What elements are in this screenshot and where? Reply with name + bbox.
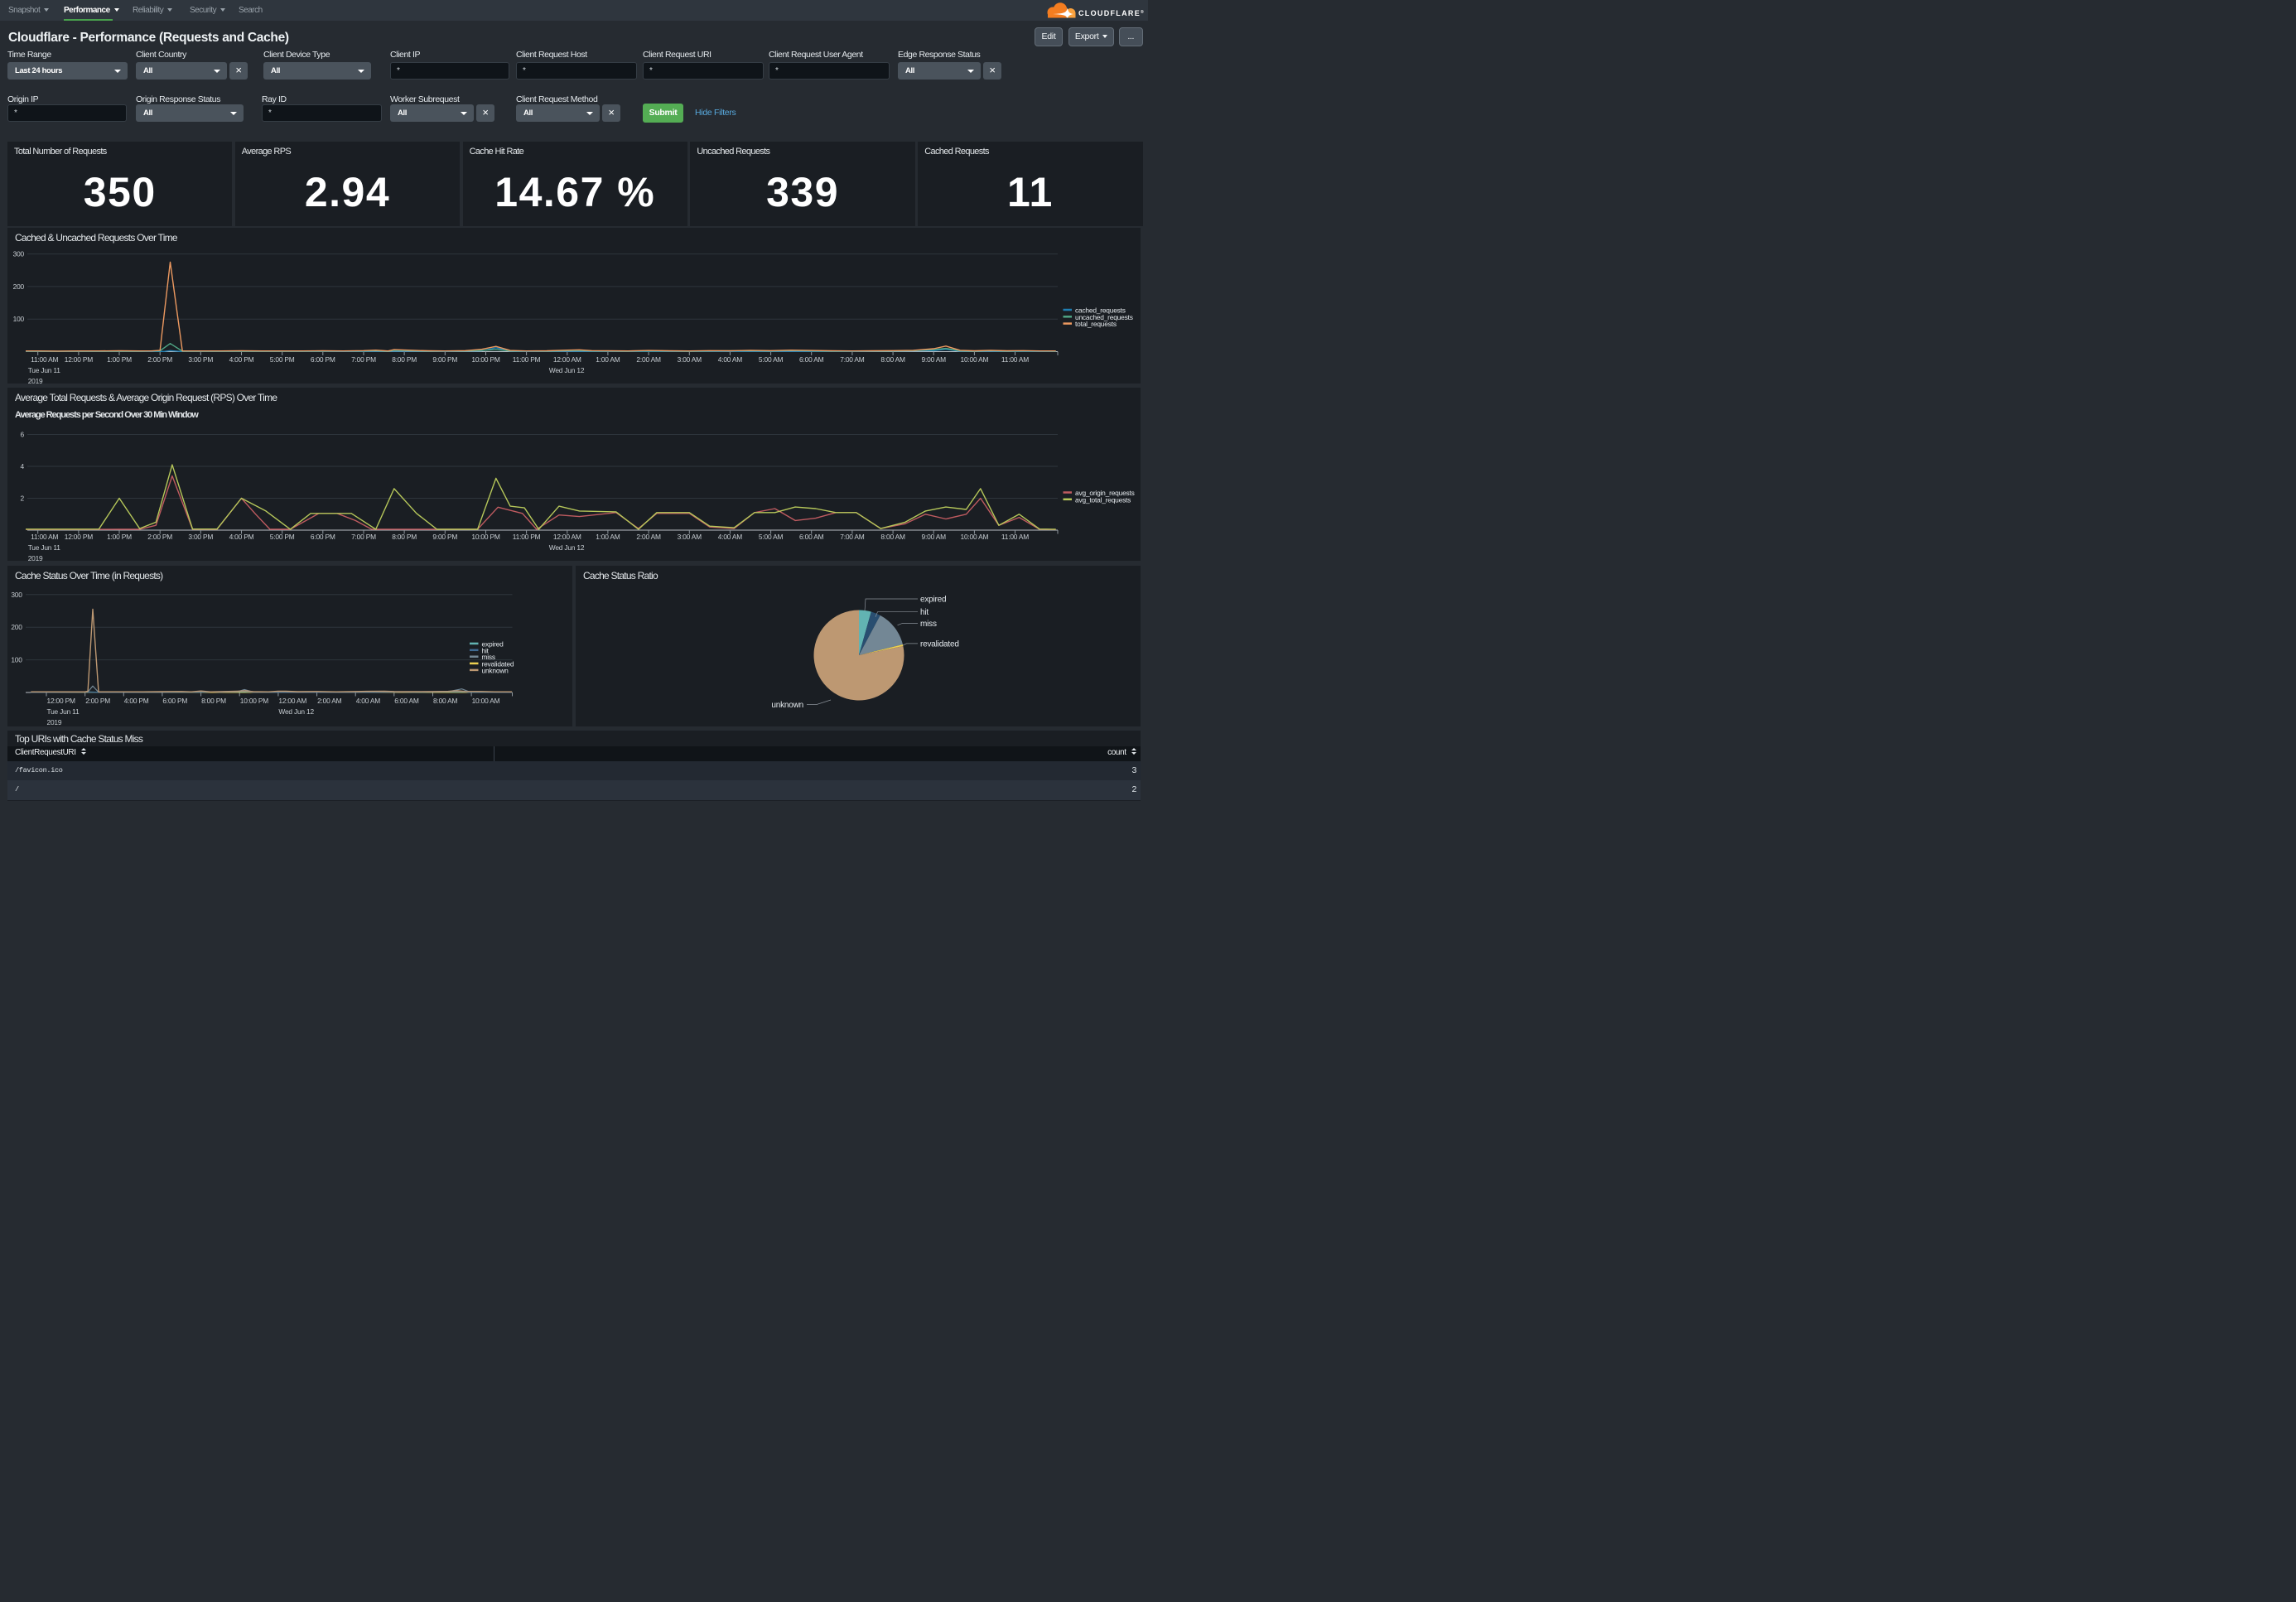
svg-text:300: 300 <box>13 250 25 258</box>
svg-text:8:00 PM: 8:00 PM <box>201 697 226 705</box>
svg-text:3:00 AM: 3:00 AM <box>678 533 702 541</box>
svg-text:8:00 PM: 8:00 PM <box>392 355 417 364</box>
svg-text:6:00 AM: 6:00 AM <box>394 697 419 705</box>
svg-text:12:00 AM: 12:00 AM <box>553 533 581 541</box>
svg-text:Wed Jun 12: Wed Jun 12 <box>549 366 585 374</box>
svg-text:10:00 AM: 10:00 AM <box>961 355 989 364</box>
svg-text:5:00 AM: 5:00 AM <box>759 533 784 541</box>
svg-text:7:00 PM: 7:00 PM <box>351 355 376 364</box>
svg-text:4:00 AM: 4:00 AM <box>718 355 743 364</box>
svg-text:6:00 PM: 6:00 PM <box>311 355 335 364</box>
svg-text:9:00 PM: 9:00 PM <box>432 355 457 364</box>
svg-text:unknown: unknown <box>771 700 803 709</box>
svg-text:1:00 PM: 1:00 PM <box>107 355 132 364</box>
svg-text:10:00 AM: 10:00 AM <box>472 697 500 705</box>
svg-text:200: 200 <box>11 623 22 631</box>
svg-text:1:00 AM: 1:00 AM <box>596 533 620 541</box>
svg-text:11:00 AM: 11:00 AM <box>1001 533 1029 541</box>
svg-text:Wed Jun 12: Wed Jun 12 <box>549 543 585 552</box>
svg-text:5:00 PM: 5:00 PM <box>270 533 295 541</box>
svg-text:8:00 PM: 8:00 PM <box>392 533 417 541</box>
svg-text:2:00 AM: 2:00 AM <box>317 697 342 705</box>
svg-text:12:00 PM: 12:00 PM <box>65 533 93 541</box>
svg-text:2:00 PM: 2:00 PM <box>147 533 172 541</box>
svg-text:Wed Jun 12: Wed Jun 12 <box>278 707 314 716</box>
svg-text:5:00 PM: 5:00 PM <box>270 355 295 364</box>
svg-text:1:00 AM: 1:00 AM <box>596 355 620 364</box>
svg-text:Tue Jun 11: Tue Jun 11 <box>28 366 61 374</box>
svg-text:10:00 PM: 10:00 PM <box>471 355 499 364</box>
svg-text:12:00 AM: 12:00 AM <box>278 697 306 705</box>
svg-text:2:00 PM: 2:00 PM <box>85 697 110 705</box>
svg-text:2: 2 <box>21 495 25 503</box>
svg-text:6:00 PM: 6:00 PM <box>311 533 335 541</box>
svg-text:unknown: unknown <box>482 666 509 674</box>
svg-text:6:00 AM: 6:00 AM <box>799 355 824 364</box>
svg-text:3:00 PM: 3:00 PM <box>188 533 213 541</box>
svg-text:12:00 AM: 12:00 AM <box>553 355 581 364</box>
svg-text:300: 300 <box>11 590 22 598</box>
svg-text:6: 6 <box>21 431 25 439</box>
svg-text:hit: hit <box>920 608 929 617</box>
svg-text:4:00 PM: 4:00 PM <box>229 533 254 541</box>
svg-text:expired: expired <box>920 595 946 604</box>
svg-text:12:00 PM: 12:00 PM <box>65 355 93 364</box>
svg-text:4: 4 <box>21 462 25 470</box>
svg-text:2:00 PM: 2:00 PM <box>147 355 172 364</box>
svg-text:2:00 AM: 2:00 AM <box>636 355 661 364</box>
svg-text:8:00 AM: 8:00 AM <box>433 697 458 705</box>
svg-text:8:00 AM: 8:00 AM <box>880 533 905 541</box>
svg-text:11:00 AM: 11:00 AM <box>31 533 58 541</box>
svg-text:revalidated: revalidated <box>920 639 959 649</box>
svg-text:2019: 2019 <box>28 554 43 561</box>
svg-text:100: 100 <box>13 315 25 323</box>
svg-text:11:00 PM: 11:00 PM <box>513 533 541 541</box>
svg-text:3:00 PM: 3:00 PM <box>188 355 213 364</box>
svg-text:3:00 AM: 3:00 AM <box>678 355 702 364</box>
svg-text:12:00 PM: 12:00 PM <box>47 697 75 705</box>
svg-text:7:00 PM: 7:00 PM <box>351 533 376 541</box>
svg-text:5:00 AM: 5:00 AM <box>759 355 784 364</box>
svg-text:4:00 PM: 4:00 PM <box>229 355 254 364</box>
svg-text:11:00 AM: 11:00 AM <box>1001 355 1029 364</box>
svg-text:Tue Jun 11: Tue Jun 11 <box>28 543 61 552</box>
svg-text:2:00 AM: 2:00 AM <box>636 533 661 541</box>
svg-text:Tue Jun 11: Tue Jun 11 <box>47 707 80 716</box>
svg-text:11:00 AM: 11:00 AM <box>31 355 58 364</box>
svg-text:6:00 PM: 6:00 PM <box>162 697 187 705</box>
svg-text:10:00 PM: 10:00 PM <box>240 697 268 705</box>
svg-text:10:00 AM: 10:00 AM <box>961 533 989 541</box>
svg-text:10:00 PM: 10:00 PM <box>471 533 499 541</box>
svg-text:9:00 AM: 9:00 AM <box>922 355 947 364</box>
svg-text:6:00 AM: 6:00 AM <box>799 533 824 541</box>
svg-text:miss: miss <box>920 620 937 629</box>
svg-text:4:00 AM: 4:00 AM <box>718 533 743 541</box>
svg-text:200: 200 <box>13 282 25 291</box>
svg-text:2019: 2019 <box>28 377 43 384</box>
svg-text:2019: 2019 <box>47 718 62 726</box>
svg-text:4:00 PM: 4:00 PM <box>124 697 149 705</box>
svg-text:9:00 AM: 9:00 AM <box>922 533 947 541</box>
svg-text:11:00 PM: 11:00 PM <box>513 355 541 364</box>
svg-text:1:00 PM: 1:00 PM <box>107 533 132 541</box>
svg-text:9:00 PM: 9:00 PM <box>432 533 457 541</box>
svg-text:avg_total_requests: avg_total_requests <box>1075 495 1131 504</box>
svg-text:8:00 AM: 8:00 AM <box>880 355 905 364</box>
svg-text:100: 100 <box>11 655 22 663</box>
svg-text:7:00 AM: 7:00 AM <box>840 533 865 541</box>
svg-text:4:00 AM: 4:00 AM <box>356 697 381 705</box>
svg-text:total_requests: total_requests <box>1075 320 1117 328</box>
svg-text:7:00 AM: 7:00 AM <box>840 355 865 364</box>
